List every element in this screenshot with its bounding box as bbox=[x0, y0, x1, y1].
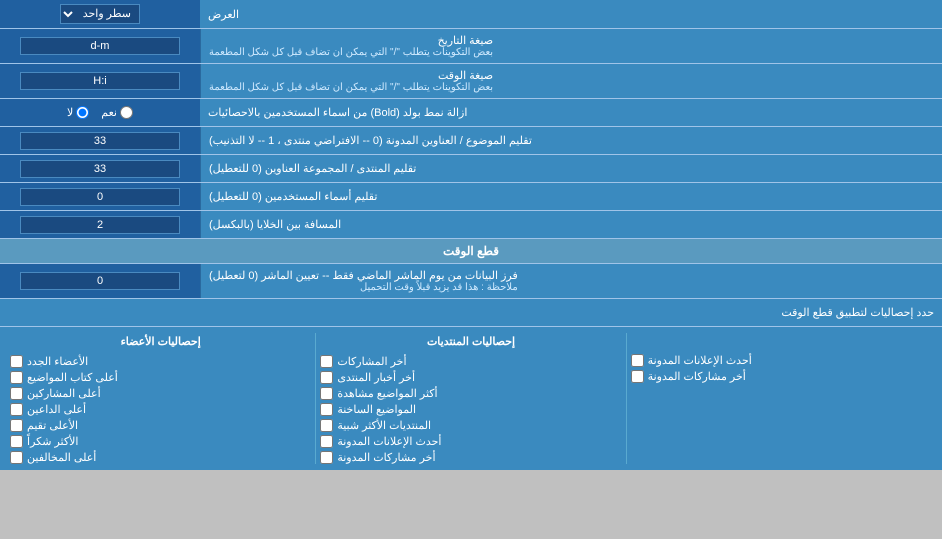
topics-per-page-input-area bbox=[0, 127, 200, 154]
date-format-input[interactable] bbox=[20, 37, 180, 55]
checkbox-item: أخر أخبار المنتدى bbox=[320, 371, 621, 384]
col-empty-header bbox=[631, 333, 932, 351]
checkbox-item: أعلى الداعين bbox=[10, 403, 311, 416]
topics-per-page-label: تقليم الموضوع / العناوين المدونة (0 -- ا… bbox=[200, 127, 942, 154]
checkbox-item: الأعضاء الجدد bbox=[10, 355, 311, 368]
stats-limit-label-text: حدد إحصاليات لتطبيق قطع الوقت bbox=[781, 307, 934, 319]
col-separator-1 bbox=[626, 333, 627, 464]
main-container: العرض سطر واحد سطرين ثلاثة أسطر صيغة الت… bbox=[0, 0, 942, 470]
checkbox-item: أحدث الإعلانات المدونة bbox=[631, 354, 932, 367]
time-format-label-text: صيغة الوقت bbox=[209, 69, 493, 82]
display-label-text: العرض bbox=[208, 8, 239, 21]
bold-remove-row: ازالة نمط بولد (Bold) من اسماء المستخدمي… bbox=[0, 99, 942, 127]
users-per-page-input[interactable] bbox=[20, 188, 180, 206]
checkbox-new-members[interactable] bbox=[10, 355, 23, 368]
cutoff-input-area bbox=[0, 264, 200, 298]
cutoff-label: فرز البيانات من يوم الماشر الماضي فقط --… bbox=[200, 264, 942, 298]
bold-remove-yes-label[interactable]: نعم bbox=[101, 106, 133, 119]
date-format-label: صيغة التاريخ بعض التكوينات يتطلب "/" الت… bbox=[200, 29, 942, 63]
checkbox-item: أخر المشاركات bbox=[320, 355, 621, 368]
date-format-label-text: صيغة التاريخ bbox=[209, 34, 493, 47]
bold-remove-label-text: ازالة نمط بولد (Bold) من اسماء المستخدمي… bbox=[208, 106, 467, 119]
bold-remove-no-radio[interactable] bbox=[76, 106, 89, 119]
checkbox-item: الأكثر شكراً bbox=[10, 435, 311, 448]
checkbox-item: أخر مشاركات المدونة bbox=[631, 370, 932, 383]
checkbox-hot-topics[interactable] bbox=[320, 403, 333, 416]
date-format-sublabel: بعض التكوينات يتطلب "/" التي يمكن ان تضا… bbox=[209, 47, 493, 58]
time-format-input[interactable] bbox=[20, 72, 180, 90]
checkbox-most-thanked[interactable] bbox=[10, 435, 23, 448]
topics-per-page-row: تقليم الموضوع / العناوين المدونة (0 -- ا… bbox=[0, 127, 942, 155]
checkbox-item: المنتديات الأكثر شبية bbox=[320, 419, 621, 432]
forum-per-page-input[interactable] bbox=[20, 160, 180, 178]
date-format-row: صيغة التاريخ بعض التكوينات يتطلب "/" الت… bbox=[0, 29, 942, 64]
forum-per-page-label-text: تقليم المنتدى / المجموعة العناوين (0 للت… bbox=[209, 162, 416, 175]
checkbox-item: المواضيع الساخنة bbox=[320, 403, 621, 416]
cutoff-title: قطع الوقت bbox=[443, 244, 499, 258]
checkbox-top-violators[interactable] bbox=[10, 451, 23, 464]
users-per-page-label: تقليم أسماء المستخدمين (0 للتعطيل) bbox=[200, 183, 942, 210]
cell-spacing-row: المسافة بين الخلايا (بالبكسل) bbox=[0, 211, 942, 239]
display-row: العرض سطر واحد سطرين ثلاثة أسطر bbox=[0, 0, 942, 29]
checkbox-col-members: إحصاليات الأعضاء الأعضاء الجدد أعلى كتاب… bbox=[6, 333, 315, 464]
checkbox-item: أخر مشاركات المدونة bbox=[320, 451, 621, 464]
bottom-section: أحدث الإعلانات المدونة أخر مشاركات المدو… bbox=[0, 327, 942, 470]
col-separator-2 bbox=[315, 333, 316, 464]
checkbox-item: أحدث الإعلانات المدونة bbox=[320, 435, 621, 448]
bold-remove-no-label[interactable]: لا bbox=[67, 106, 89, 119]
checkbox-latest-posts[interactable] bbox=[320, 355, 333, 368]
col-members-header: إحصاليات الأعضاء bbox=[10, 333, 311, 352]
checkbox-popular-forums[interactable] bbox=[320, 419, 333, 432]
cell-spacing-label-text: المسافة بين الخلايا (بالبكسل) bbox=[209, 218, 341, 231]
col-forums-header: إحصاليات المنتديات bbox=[320, 333, 621, 352]
cutoff-row-sublabel: ملاحظة : هذا قد يزيد قبلاً وقت التحميل bbox=[209, 282, 518, 293]
cell-spacing-input[interactable] bbox=[20, 216, 180, 234]
display-label: العرض bbox=[200, 0, 942, 28]
checkbox-most-viewed[interactable] bbox=[320, 387, 333, 400]
cutoff-section-header: قطع الوقت bbox=[0, 239, 942, 264]
display-select-area: سطر واحد سطرين ثلاثة أسطر bbox=[0, 0, 200, 28]
checkbox-ads[interactable] bbox=[631, 354, 644, 367]
checkbox-item: أعلى المخالفين bbox=[10, 451, 311, 464]
users-per-page-input-area bbox=[0, 183, 200, 210]
cutoff-row: فرز البيانات من يوم الماشر الماضي فقط --… bbox=[0, 264, 942, 299]
checkbox-forum-news[interactable] bbox=[320, 371, 333, 384]
time-format-row: صيغة الوقت بعض التكوينات يتطلب "/" التي … bbox=[0, 64, 942, 99]
checkbox-latest-ads[interactable] bbox=[320, 435, 333, 448]
users-per-page-row: تقليم أسماء المستخدمين (0 للتعطيل) bbox=[0, 183, 942, 211]
cell-spacing-label: المسافة بين الخلايا (بالبكسل) bbox=[200, 211, 942, 238]
checkbox-col-empty: أحدث الإعلانات المدونة أخر مشاركات المدو… bbox=[627, 333, 936, 464]
cutoff-input[interactable] bbox=[20, 272, 180, 290]
cutoff-row-label-text: فرز البيانات من يوم الماشر الماضي فقط --… bbox=[209, 269, 518, 282]
checkbox-blog-posts[interactable] bbox=[631, 370, 644, 383]
topics-per-page-input[interactable] bbox=[20, 132, 180, 150]
forum-per-page-label: تقليم المنتدى / المجموعة العناوين (0 للت… bbox=[200, 155, 942, 182]
checkboxes-container: أحدث الإعلانات المدونة أخر مشاركات المدو… bbox=[6, 333, 936, 464]
checkbox-item: أعلى كتاب المواضيع bbox=[10, 371, 311, 384]
users-per-page-label-text: تقليم أسماء المستخدمين (0 للتعطيل) bbox=[209, 190, 377, 203]
time-format-sublabel: بعض التكوينات يتطلب "/" التي يمكن ان تضا… bbox=[209, 82, 493, 93]
checkbox-top-posters[interactable] bbox=[10, 371, 23, 384]
stats-limit-row: حدد إحصاليات لتطبيق قطع الوقت bbox=[0, 299, 942, 327]
checkbox-top-inviters[interactable] bbox=[10, 403, 23, 416]
checkbox-blog-posts2[interactable] bbox=[320, 451, 333, 464]
checkbox-item: الأعلى تقيم bbox=[10, 419, 311, 432]
topics-per-page-label-text: تقليم الموضوع / العناوين المدونة (0 -- ا… bbox=[209, 134, 532, 147]
checkbox-col-forums: إحصاليات المنتديات أخر المشاركات أخر أخب… bbox=[316, 333, 625, 464]
time-format-input-area bbox=[0, 64, 200, 98]
cell-spacing-input-area bbox=[0, 211, 200, 238]
display-select[interactable]: سطر واحد سطرين ثلاثة أسطر bbox=[60, 4, 140, 24]
bold-remove-radio-area: نعم لا bbox=[0, 99, 200, 126]
stats-limit-label: حدد إحصاليات لتطبيق قطع الوقت bbox=[8, 306, 934, 319]
date-format-input-area bbox=[0, 29, 200, 63]
forum-per-page-input-area bbox=[0, 155, 200, 182]
time-format-label: صيغة الوقت بعض التكوينات يتطلب "/" التي … bbox=[200, 64, 942, 98]
checkbox-item: أعلى المشاركين bbox=[10, 387, 311, 400]
checkbox-top-rated[interactable] bbox=[10, 419, 23, 432]
checkbox-top-participants[interactable] bbox=[10, 387, 23, 400]
forum-per-page-row: تقليم المنتدى / المجموعة العناوين (0 للت… bbox=[0, 155, 942, 183]
checkbox-item: أكثر المواضيع مشاهدة bbox=[320, 387, 621, 400]
bold-remove-yes-radio[interactable] bbox=[120, 106, 133, 119]
bold-remove-label: ازالة نمط بولد (Bold) من اسماء المستخدمي… bbox=[200, 99, 942, 126]
